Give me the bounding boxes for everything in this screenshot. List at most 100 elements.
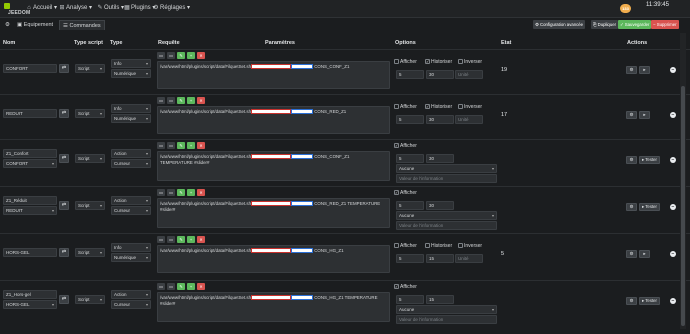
remove-icon[interactable]: − (670, 204, 676, 210)
swap-icon[interactable]: ⇄ (59, 109, 69, 118)
inverser-checkbox[interactable]: Inverser (458, 104, 482, 110)
dupliquer-button[interactable]: ⎘ Dupliquer (591, 20, 619, 29)
test-icon[interactable]: ▸ (639, 66, 650, 74)
inverser-checkbox[interactable]: Inverser (458, 59, 482, 65)
cmd-value-select[interactable]: CONFORT ▾ (3, 159, 57, 168)
script-type-select[interactable]: Script ▾ (75, 248, 105, 257)
tester-button[interactable]: ▸ Tester (639, 297, 660, 305)
subtype-select[interactable]: Numérique ▾ (111, 253, 151, 262)
type-select[interactable]: Action ▾ (111, 196, 151, 205)
unit-input[interactable]: Unité (455, 70, 483, 79)
script-type-select[interactable]: Script ▾ (75, 154, 105, 163)
cmd-name-input[interactable]: CONFORT (3, 64, 57, 73)
cmd-value-select[interactable]: HORS-GEL ▾ (3, 300, 57, 309)
value-info-input[interactable]: Valeur de l'information (396, 174, 497, 183)
test-icon[interactable]: ▸ (639, 111, 650, 119)
request-textarea[interactable]: /var/www/html/plugins/script/data/Filque… (157, 151, 390, 181)
cmd-name-input[interactable]: Z1_Hors-gel (3, 290, 57, 299)
info-link-select[interactable]: Aucune ▾ (396, 164, 497, 173)
new-file-icon[interactable]: + (187, 97, 195, 104)
max-input[interactable]: 15 (426, 254, 454, 263)
subtype-select[interactable]: Numérique ▾ (111, 69, 151, 78)
swap-icon[interactable]: ⇄ (59, 64, 69, 73)
trash-icon[interactable]: ✕ (197, 142, 205, 149)
afficher-checkbox[interactable]: Afficher (394, 243, 417, 249)
max-input[interactable]: 15 (426, 295, 454, 304)
historiser-checkbox[interactable]: Historiser (425, 243, 452, 249)
new-file-icon[interactable]: + (187, 52, 195, 59)
type-select[interactable]: Info ▾ (111, 59, 151, 68)
request-textarea[interactable]: /var/www/html/plugins/script/data/Filque… (157, 245, 390, 273)
request-textarea[interactable]: /var/www/html/plugins/script/data/Filque… (157, 61, 390, 89)
new-file-icon[interactable]: + (187, 189, 195, 196)
min-input[interactable]: 5 (396, 201, 424, 210)
request-textarea[interactable]: /var/www/html/plugins/script/data/Filque… (157, 198, 390, 228)
remove-icon[interactable]: − (670, 157, 676, 163)
min-input[interactable]: 5 (396, 254, 424, 263)
script-type-select[interactable]: Script ▾ (75, 201, 105, 210)
script-type-select[interactable]: Script ▾ (75, 295, 105, 304)
trash-icon[interactable]: ✕ (197, 189, 205, 196)
cmd-name-input[interactable]: Z1_Confort (3, 149, 57, 158)
historiser-checkbox[interactable]: ✓ Historiser (425, 104, 452, 110)
value-info-input[interactable]: Valeur de l'information (396, 315, 497, 324)
nav-analyse[interactable]: ⊞Analyse ▾ (59, 4, 92, 11)
type-select[interactable]: Info ▾ (111, 104, 151, 113)
min-input[interactable]: 5 (396, 295, 424, 304)
tester-button[interactable]: ▸ Tester (639, 203, 660, 211)
edit-icon[interactable]: ✎ (177, 97, 185, 104)
script-type-select[interactable]: Script ▾ (75, 109, 105, 118)
folder-icon[interactable]: ▭ (157, 52, 165, 59)
min-input[interactable]: 5 (396, 70, 424, 79)
tab-equipement[interactable]: ▣ Equipement (14, 20, 56, 30)
new-file-icon[interactable]: + (187, 283, 195, 290)
browse-icon[interactable]: ▭ (167, 236, 175, 243)
nav-reglages[interactable]: ⚙Réglages ▾ (153, 4, 190, 11)
folder-icon[interactable]: ▭ (157, 189, 165, 196)
trash-icon[interactable]: ✕ (197, 236, 205, 243)
edit-icon[interactable]: ✎ (177, 283, 185, 290)
swap-icon[interactable]: ⇄ (59, 295, 69, 304)
tester-button[interactable]: ▸ Tester (639, 156, 660, 164)
nav-plugins[interactable]: ▦Plugins ▾ (124, 4, 155, 11)
back-button[interactable]: ⚙ (2, 20, 13, 30)
afficher-checkbox[interactable]: Afficher (394, 59, 417, 65)
unit-input[interactable]: Unité (455, 115, 483, 124)
swap-icon[interactable]: ⇄ (59, 248, 69, 257)
subtype-select[interactable]: Numérique ▾ (111, 114, 151, 123)
trash-icon[interactable]: ✕ (197, 283, 205, 290)
request-textarea[interactable]: /var/www/html/plugins/script/data/Filque… (157, 292, 390, 322)
edit-icon[interactable]: ✎ (177, 142, 185, 149)
trash-icon[interactable]: ✕ (197, 97, 205, 104)
inverser-checkbox[interactable]: Inverser (458, 243, 482, 249)
notification-badge[interactable]: 133 (620, 4, 631, 13)
cmd-value-select[interactable]: REDUIT ▾ (3, 206, 57, 215)
remove-icon[interactable]: − (670, 298, 676, 304)
config-gear-icon[interactable]: ⚙ (626, 250, 637, 258)
max-input[interactable]: 30 (426, 154, 454, 163)
new-file-icon[interactable]: + (187, 142, 195, 149)
max-input[interactable]: 30 (426, 115, 454, 124)
browse-icon[interactable]: ▭ (167, 52, 175, 59)
supprimer-button[interactable]: − Supprimer (651, 20, 679, 29)
subtype-select[interactable]: Curseur ▾ (111, 159, 151, 168)
folder-icon[interactable]: ▭ (157, 142, 165, 149)
subtype-select[interactable]: Curseur ▾ (111, 300, 151, 309)
folder-icon[interactable]: ▭ (157, 283, 165, 290)
info-link-select[interactable]: Aucune ▾ (396, 305, 497, 314)
nav-accueil[interactable]: ⌂ Accueil ▾ (26, 4, 57, 11)
nav-outils[interactable]: ✎Outils ▾ (97, 4, 124, 11)
jeedom-logo[interactable]: JEEDOM (2, 2, 30, 16)
browse-icon[interactable]: ▭ (167, 97, 175, 104)
edit-icon[interactable]: ✎ (177, 52, 185, 59)
browse-icon[interactable]: ▭ (167, 142, 175, 149)
afficher-checkbox[interactable]: ✓ Afficher (394, 143, 417, 149)
cmd-name-input[interactable]: REDUIT (3, 109, 57, 118)
historiser-checkbox[interactable]: ✓ Historiser (425, 59, 452, 65)
remove-icon[interactable]: − (670, 67, 676, 73)
swap-icon[interactable]: ⇄ (59, 154, 69, 163)
tab-commandes[interactable]: ☰ Commandes (59, 20, 105, 30)
config-avancee-button[interactable]: ⚙ Configuration avancée (533, 20, 586, 29)
new-file-icon[interactable]: + (187, 236, 195, 243)
value-info-input[interactable]: Valeur de l'information (396, 221, 497, 230)
